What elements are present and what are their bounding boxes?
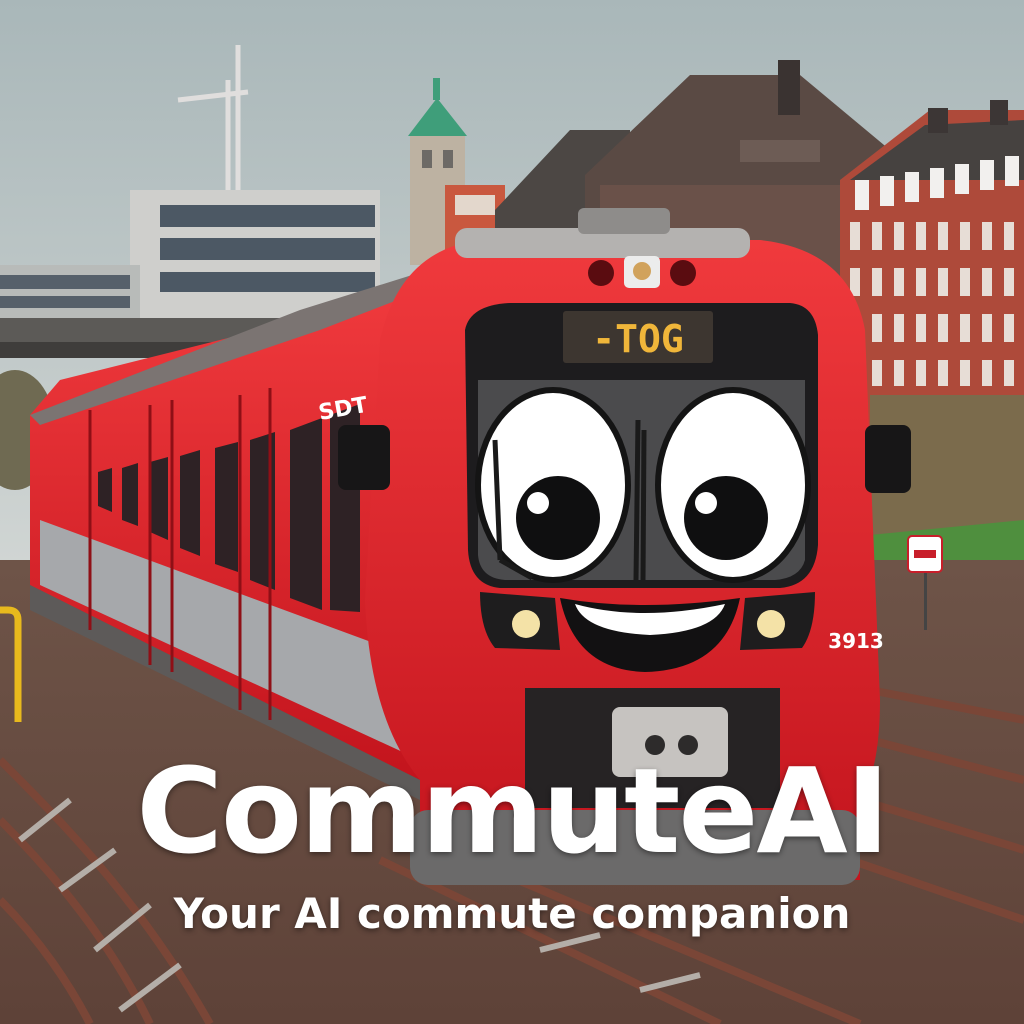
app-title: CommuteAI xyxy=(136,742,889,880)
train-number: 3913 xyxy=(828,629,884,653)
app-tagline: Your AI commute companion xyxy=(173,889,851,938)
destination-display: -TOG xyxy=(592,317,684,361)
cartoon-eye-right xyxy=(655,387,811,583)
